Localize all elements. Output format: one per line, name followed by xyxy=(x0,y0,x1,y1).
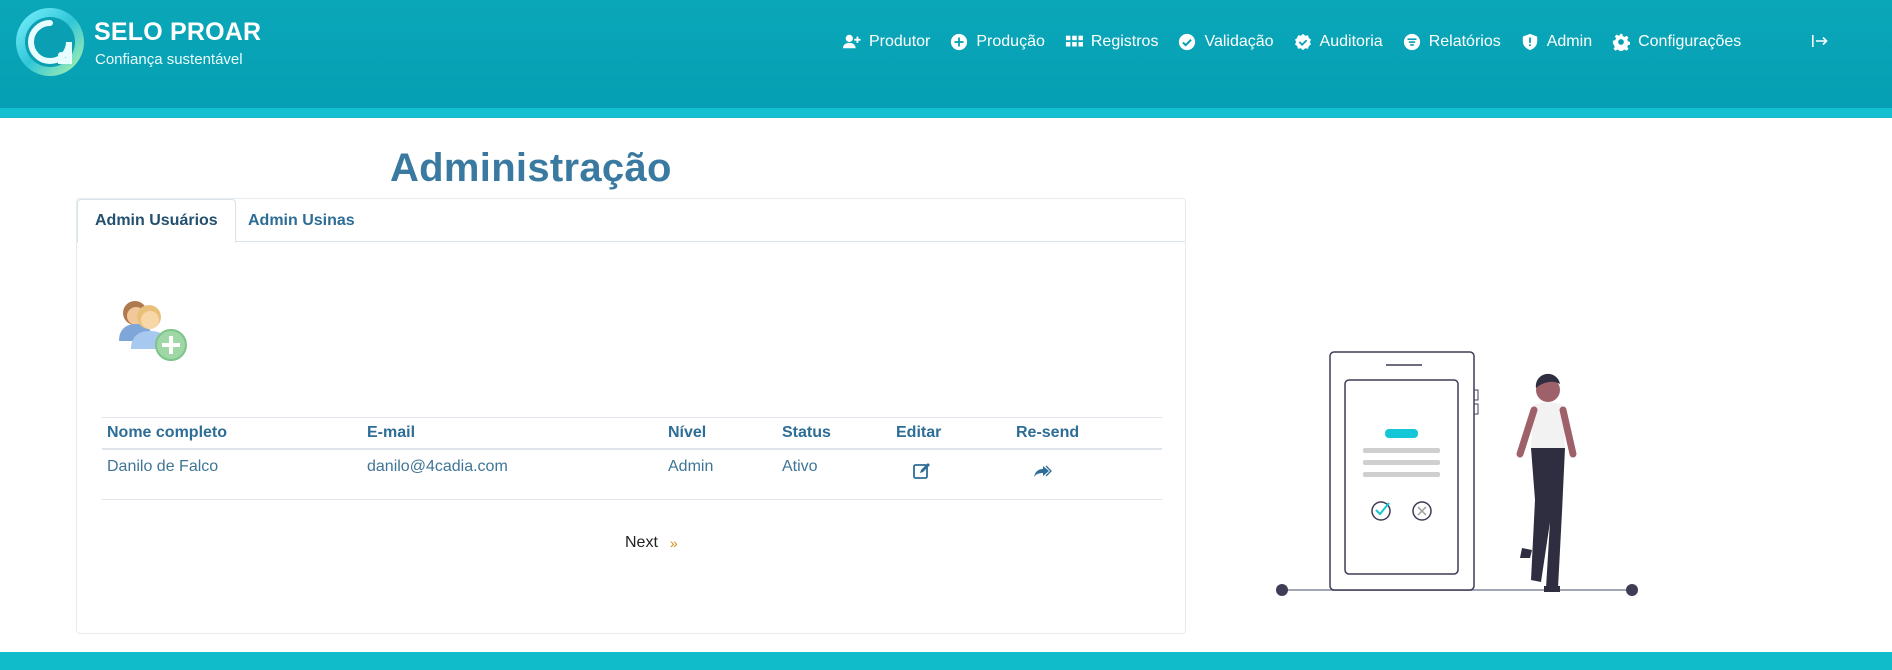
next-arrow: » xyxy=(669,535,678,551)
nav-relatorios[interactable]: Relatórios xyxy=(1403,33,1501,51)
main-nav: Produtor Produção Registros Validação Au… xyxy=(843,27,1828,57)
nav-producao[interactable]: Produção xyxy=(950,33,1045,51)
cell-level: Admin xyxy=(668,458,714,475)
nav-label: Configurações xyxy=(1638,33,1742,50)
header-nome: Nome completo xyxy=(107,424,228,441)
filter-circle-icon xyxy=(1403,33,1420,51)
cell-name: Danilo de Falco xyxy=(107,458,219,475)
badge-check-icon xyxy=(1294,33,1311,51)
nav-admin[interactable]: Admin xyxy=(1521,33,1592,51)
table-header: Nome completo E-mail Nível Status Editar… xyxy=(102,417,1162,450)
selo-proar-logo[interactable] xyxy=(14,6,86,78)
nav-registros[interactable]: Registros xyxy=(1065,33,1159,51)
nav-label: Validação xyxy=(1204,33,1274,50)
top-navbar: SELO PROAR Confiança sustentável Produto… xyxy=(0,0,1892,108)
shield-icon xyxy=(1522,33,1537,51)
cell-status: Ativo xyxy=(782,458,818,475)
cell-edit xyxy=(896,458,1016,486)
gear-icon xyxy=(1612,33,1631,51)
footer-bar xyxy=(0,652,1892,670)
nav-label: Produtor xyxy=(869,33,931,50)
page-title: Administração xyxy=(390,146,672,190)
nav-auditoria[interactable]: Auditoria xyxy=(1294,33,1383,51)
next-label: Next xyxy=(625,534,658,551)
header-status: Status xyxy=(782,424,831,441)
admin-tabs: Admin Usuários Admin Usinas xyxy=(77,199,1185,243)
table-row: Danilo de Falco danilo@4cadia.com Admin … xyxy=(102,450,1162,500)
check-circle-icon xyxy=(1179,33,1196,51)
tab-admin-usinas[interactable]: Admin Usinas xyxy=(231,199,372,243)
logout-button[interactable] xyxy=(1810,31,1830,51)
nav-label: Produção xyxy=(976,33,1045,50)
nav-produtor[interactable]: Produtor xyxy=(843,33,930,51)
logout-icon xyxy=(1812,35,1828,47)
brand-subtitle: Confiança sustentável xyxy=(95,51,243,68)
nav-configuracoes[interactable]: Configurações xyxy=(1612,33,1741,51)
nav-label: Auditoria xyxy=(1319,33,1383,50)
header-editar: Editar xyxy=(896,424,942,441)
grid-icon xyxy=(1065,35,1083,47)
tab-admin-usuarios[interactable]: Admin Usuários xyxy=(77,199,236,243)
admin-card: Admin Usuários Admin Usinas Nome complet… xyxy=(76,198,1186,634)
share-forward-icon[interactable] xyxy=(1032,461,1052,481)
nav-label: Registros xyxy=(1090,33,1159,50)
nav-label: Admin xyxy=(1546,33,1593,50)
header-resend: Re-send xyxy=(1016,424,1080,441)
pagination-next[interactable]: Next » xyxy=(625,534,678,552)
cell-email: danilo@4cadia.com xyxy=(367,458,508,475)
cell-resend xyxy=(1016,458,1156,486)
nav-validacao[interactable]: Validação xyxy=(1178,33,1274,51)
plus-circle-icon xyxy=(951,33,968,51)
phone-validation-illustration xyxy=(1276,351,1638,596)
edit-icon[interactable] xyxy=(912,461,932,481)
users-table: Nome completo E-mail Nível Status Editar… xyxy=(102,417,1162,500)
nav-label: Relatórios xyxy=(1428,33,1501,50)
brand-title: SELO PROAR xyxy=(94,18,262,46)
header-nivel: Nível xyxy=(668,424,707,441)
header-accent-strip xyxy=(0,108,1892,118)
add-user-icon[interactable] xyxy=(115,295,195,365)
header-email: E-mail xyxy=(367,424,416,441)
user-plus-icon xyxy=(843,34,861,49)
